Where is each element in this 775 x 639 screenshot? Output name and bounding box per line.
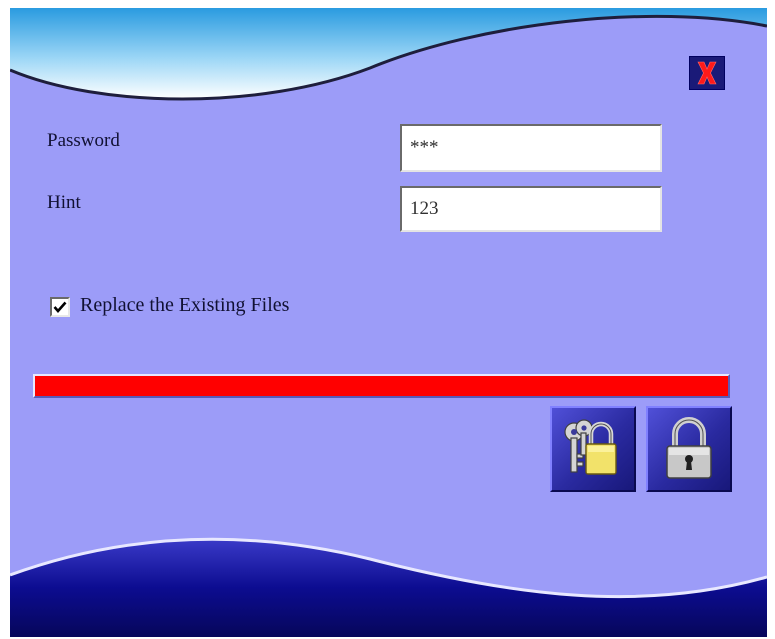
progress-bar-fill bbox=[35, 376, 728, 396]
password-label: Password bbox=[47, 130, 120, 151]
close-x-icon bbox=[697, 61, 717, 85]
hint-label: Hint bbox=[47, 192, 81, 213]
checkmark-icon bbox=[53, 301, 67, 313]
footer-wave-decoration bbox=[10, 537, 767, 637]
replace-files-checkbox[interactable] bbox=[50, 297, 70, 317]
header-wave-decoration bbox=[10, 8, 767, 101]
padlock-icon bbox=[666, 417, 712, 479]
hint-input[interactable] bbox=[400, 186, 662, 232]
keys-padlock-icon bbox=[564, 419, 617, 475]
lock-button[interactable] bbox=[646, 406, 732, 492]
replace-files-label: Replace the Existing Files bbox=[80, 294, 290, 316]
encrypt-button[interactable] bbox=[550, 406, 636, 492]
progress-bar bbox=[33, 374, 730, 398]
close-button[interactable] bbox=[689, 56, 725, 90]
password-input[interactable] bbox=[400, 124, 662, 172]
password-dialog: Password Hint Replace the Existing Files bbox=[10, 8, 767, 637]
